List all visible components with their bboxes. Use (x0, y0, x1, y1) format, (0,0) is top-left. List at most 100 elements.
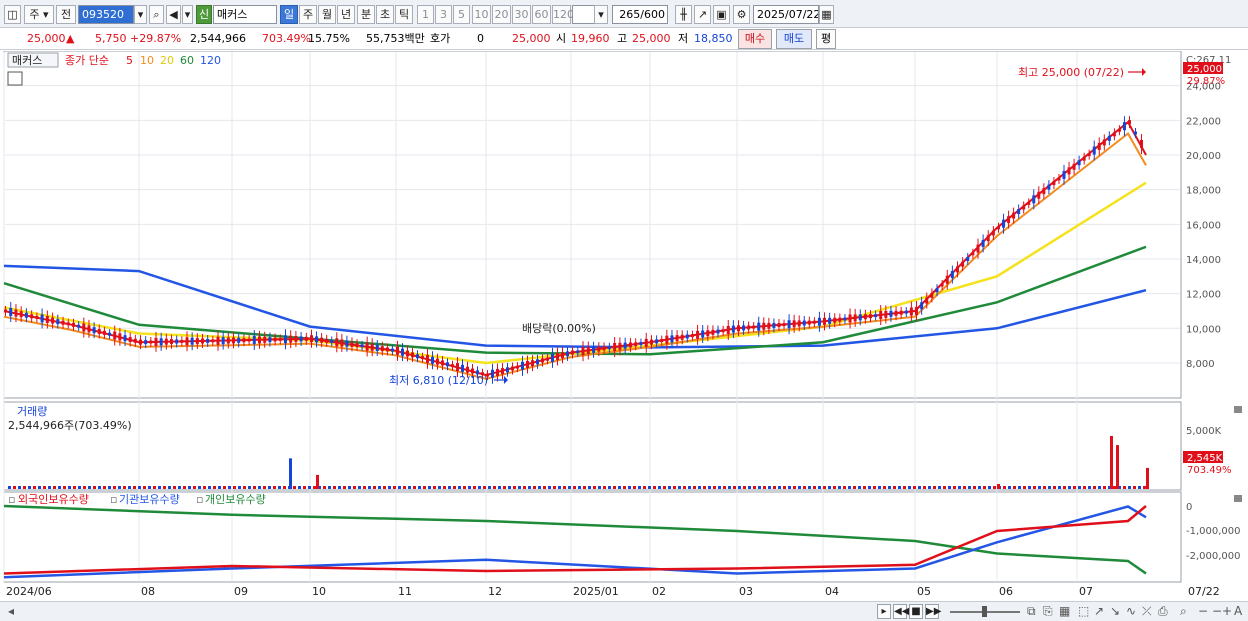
volume-y-tick: 5,000K (1186, 426, 1222, 437)
chart-canvas[interactable]: 매커스 종가 단순 5 10 20 60 120 C:267.11 24,000… (0, 50, 1248, 601)
period-year-button[interactable]: 년 (337, 5, 355, 24)
prev-button[interactable]: 전 (56, 5, 76, 24)
trend-cross-icon[interactable]: ⤫ (1142, 604, 1152, 619)
period-week-button[interactable]: 주 (299, 5, 317, 24)
speaker-dropdown-icon[interactable]: ▾ (182, 5, 193, 24)
volume-bar (618, 486, 621, 489)
sell-button[interactable]: 매도 (776, 29, 812, 49)
candle-icon[interactable]: ╫ (675, 5, 692, 24)
interval-1-button[interactable]: 1 (417, 5, 434, 24)
period-tick-button[interactable]: 틱 (395, 5, 413, 24)
rewind-icon[interactable]: ◀◀ (893, 604, 909, 619)
volume-bar (1146, 467, 1149, 489)
period-day-button[interactable]: 일 (280, 5, 298, 24)
candle-body (406, 350, 409, 357)
scroll-right-icon[interactable]: ▸ (877, 604, 891, 619)
interval-dropdown-icon[interactable]: ▾ (594, 5, 608, 24)
candle-body (997, 226, 1000, 230)
current-pct-tag: 29.87% (1187, 76, 1225, 87)
volume-bar (443, 486, 446, 489)
volume-bar (278, 486, 281, 489)
candle-body (1042, 188, 1046, 195)
stop-icon[interactable]: ■ (909, 604, 923, 619)
candle-body (133, 338, 137, 343)
period-second-button[interactable]: 초 (376, 5, 394, 24)
candle-body (546, 357, 549, 361)
scroll-left-icon[interactable]: ◂ (8, 604, 14, 619)
period-select-label: 주 (29, 8, 40, 21)
candle-body (777, 323, 781, 328)
window-menu-icon[interactable]: ◫ (4, 5, 21, 24)
interval-3-button[interactable]: 3 (435, 5, 452, 24)
panel-table-icon[interactable] (7, 71, 23, 86)
candle-body (340, 339, 344, 347)
speaker-icon[interactable]: ◀ (166, 5, 181, 24)
holding-panel-close-icon[interactable] (1234, 495, 1242, 502)
print-icon[interactable]: ⎙ (1158, 604, 1168, 619)
volume-bar (563, 486, 566, 489)
candle-body (976, 244, 980, 253)
interval-20-button[interactable]: 20 (492, 5, 511, 24)
volume-bar (993, 486, 996, 489)
chart-area[interactable]: 매커스 종가 단순 5 10 20 60 120 C:267.11 24,000… (0, 50, 1248, 601)
trend-down-icon[interactable]: ↘ (1110, 604, 1120, 619)
select-icon[interactable]: ⬚ (1078, 604, 1089, 619)
period-select[interactable]: 주 ▾ (24, 5, 54, 24)
date-field[interactable]: 2025/07/22 (753, 5, 819, 24)
volume-bar (548, 486, 551, 489)
avg-button[interactable]: 평 (816, 29, 836, 49)
minus-icon[interactable]: − (1212, 604, 1222, 619)
candle-body (252, 335, 256, 344)
stock-name-field[interactable]: 매커스 (213, 5, 277, 24)
copy-icon[interactable]: ⎘ (1043, 604, 1053, 619)
trend-up-icon[interactable]: ↗ (1094, 604, 1104, 619)
grid-view-icon[interactable]: ▦ (1059, 604, 1070, 619)
holding-y-tick-1: -1,000,000 (1186, 526, 1241, 537)
candle-body (879, 311, 883, 320)
candle-body (278, 337, 282, 341)
gear-icon[interactable]: ⚙ (733, 5, 750, 24)
x-axis-right-label: 07/22 (1188, 585, 1220, 598)
buy-button[interactable]: 매수 (738, 29, 772, 49)
trend-zigzag-icon[interactable]: ∿ (1126, 604, 1136, 619)
low-label: 저 (678, 32, 689, 45)
volume-bar (48, 486, 51, 489)
candle-body (1087, 153, 1091, 157)
price-change-pct: +29.87% (130, 32, 182, 45)
candle-body (639, 342, 643, 346)
x-axis-label: 2024/06 (6, 585, 52, 598)
zoom-slider-handle[interactable] (982, 606, 987, 617)
interval-120-button[interactable]: 120 (552, 5, 574, 24)
code-dropdown-icon[interactable]: ▾ (134, 5, 147, 24)
candle-body (1082, 156, 1086, 161)
fast-forward-icon[interactable]: ▶▶ (925, 604, 941, 619)
volume-bar (678, 486, 681, 489)
volume-bar (583, 486, 586, 489)
volume-bar (73, 486, 76, 489)
interval-10-button[interactable]: 10 (472, 5, 491, 24)
period-minute-button[interactable]: 분 (357, 5, 375, 24)
volume-bar (723, 486, 726, 489)
calendar-icon[interactable]: ▦ (819, 5, 834, 24)
zoom-in-icon[interactable]: + (1222, 604, 1232, 619)
interval-30-button[interactable]: 30 (512, 5, 531, 24)
volume-bar (923, 486, 926, 489)
volume-bar (708, 486, 711, 489)
draw-line-icon[interactable]: ↗ (694, 5, 711, 24)
interval-5-button[interactable]: 5 (453, 5, 470, 24)
interval-60-button[interactable]: 60 (532, 5, 551, 24)
font-size-icon[interactable]: A (1234, 604, 1242, 619)
save-icon[interactable]: ▣ (713, 5, 730, 24)
zoom-out-icon[interactable]: − (1198, 604, 1208, 619)
volume-bar (1083, 486, 1086, 489)
candle-body (294, 336, 298, 343)
count-field[interactable]: 265/600 (612, 5, 668, 24)
candle-body (701, 330, 705, 338)
search-icon[interactable]: ⌕ (149, 5, 164, 24)
zoom-icon[interactable]: ⌕ (1180, 604, 1187, 619)
stock-code-input[interactable]: 093520 (78, 5, 134, 24)
volume-panel-close-icon[interactable] (1234, 406, 1242, 413)
period-month-button[interactable]: 월 (318, 5, 336, 24)
layout-icon[interactable]: ⧉ (1027, 604, 1036, 619)
candle-body (904, 310, 908, 314)
